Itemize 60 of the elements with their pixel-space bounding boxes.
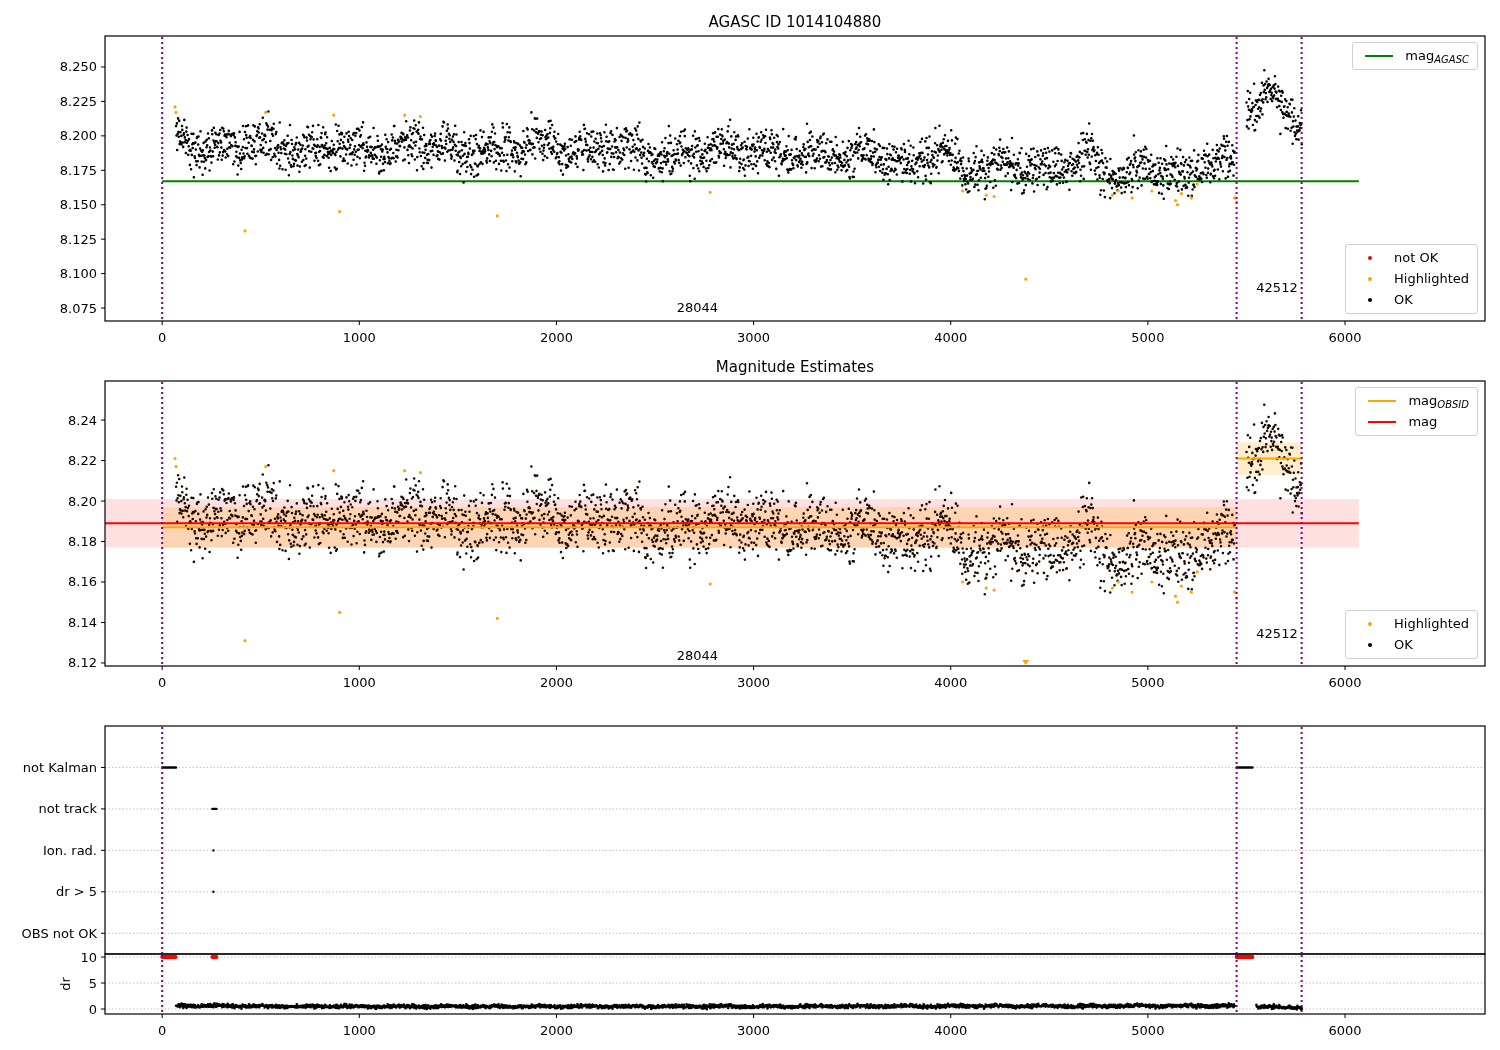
y-tick-label: 8.075 xyxy=(59,300,97,316)
y-tick-label: OBS not OK xyxy=(21,925,97,941)
x-tick-label: 5000 xyxy=(1131,675,1165,690)
x-tick-label: 4000 xyxy=(934,675,968,690)
annotation-label: 28044 xyxy=(676,647,719,663)
y-tick-label: 8.250 xyxy=(59,59,97,75)
x-tick-label: 6000 xyxy=(1328,1023,1362,1038)
y-tick-label: 8.225 xyxy=(59,93,97,109)
y-tick-label: 10 xyxy=(80,949,97,965)
x-tick-label: 3000 xyxy=(737,675,771,690)
x-tick-label: 1000 xyxy=(342,1023,376,1038)
y-tick-label: 8.125 xyxy=(59,231,97,247)
annotation-label: 42512 xyxy=(1256,625,1298,641)
y-tick-label: Ion. rad. xyxy=(43,842,97,858)
x-tick-label: 2000 xyxy=(539,330,573,345)
x-tick-label: 0 xyxy=(158,1023,167,1038)
annotation-label: 28044 xyxy=(676,300,719,316)
legend-label: not OK xyxy=(1394,249,1439,267)
y-tick-label: 8.175 xyxy=(59,162,97,178)
y-tick-label: 8.24 xyxy=(68,412,97,428)
x-tick-label: 0 xyxy=(158,675,167,690)
y-axis-label: dr xyxy=(58,977,73,991)
x-tick-label: 4000 xyxy=(934,330,968,345)
y-tick-label: 8.22 xyxy=(68,453,97,469)
annotation-label: 42512 xyxy=(1256,279,1298,295)
x-tick-label: 1000 xyxy=(342,330,376,345)
x-tick-label: 2000 xyxy=(539,675,573,690)
y-tick-label: 8.14 xyxy=(68,615,97,630)
legend-label: mag$_{OBSID}$ xyxy=(1408,392,1469,410)
x-tick-label: 6000 xyxy=(1328,330,1362,345)
x-tick-label: 4000 xyxy=(934,1023,968,1038)
x-tick-label: 3000 xyxy=(737,330,771,345)
y-tick-label: 8.150 xyxy=(59,197,97,213)
legend-label: OK xyxy=(1394,291,1413,309)
y-tick-label: 8.20 xyxy=(68,493,97,509)
legend-label: Highlighted xyxy=(1394,270,1469,288)
x-tick-label: 6000 xyxy=(1328,675,1362,690)
legend-label: OK xyxy=(1394,636,1413,654)
y-tick-label: 8.12 xyxy=(68,655,97,671)
chart-title: Magnitude Estimates xyxy=(715,358,875,376)
y-tick-label: 8.16 xyxy=(68,574,97,590)
y-tick-label: dr > 5 xyxy=(55,884,97,900)
x-tick-label: 2000 xyxy=(539,1023,573,1038)
legend-label: mag$_{AGASC}$ xyxy=(1405,47,1469,65)
x-tick-label: 0 xyxy=(158,330,167,345)
legend-label: Highlighted xyxy=(1394,615,1469,633)
legend-label: mag xyxy=(1408,413,1438,431)
uncertainty-band xyxy=(1236,442,1302,475)
y-tick-label: 5 xyxy=(88,975,97,991)
x-tick-label: 3000 xyxy=(737,1023,771,1038)
y-tick-label: 8.18 xyxy=(68,534,97,549)
y-tick-label: 0 xyxy=(88,1001,97,1017)
x-tick-label: 5000 xyxy=(1131,330,1165,345)
chart-title: AGASC ID 1014104880 xyxy=(708,13,882,31)
y-tick-label: not Kalman xyxy=(22,759,97,775)
x-tick-label: 1000 xyxy=(342,675,376,690)
y-tick-label: 8.100 xyxy=(59,266,97,282)
y-tick-label: not track xyxy=(38,801,97,817)
x-tick-label: 5000 xyxy=(1131,1023,1165,1038)
y-tick-label: 8.200 xyxy=(59,128,97,144)
